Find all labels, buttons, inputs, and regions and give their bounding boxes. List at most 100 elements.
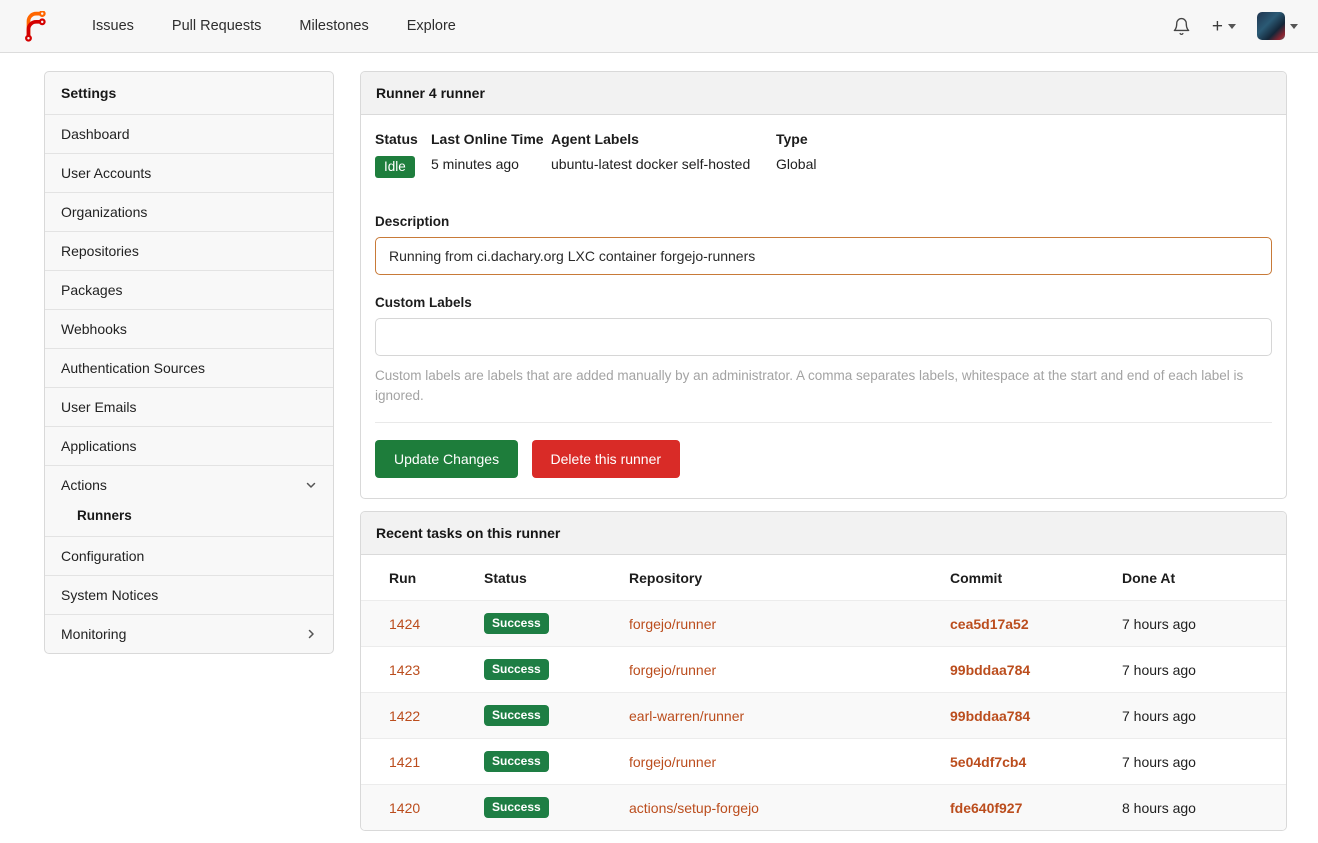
done-at-value: 7 hours ago	[1122, 662, 1196, 678]
sidebar-item-monitoring[interactable]: Monitoring	[45, 614, 333, 653]
repository-link[interactable]: forgejo/runner	[629, 662, 716, 678]
custom-labels-input[interactable]	[375, 318, 1272, 356]
sidebar-item-label: Packages	[61, 282, 122, 298]
sidebar-item-runners[interactable]: Runners	[45, 504, 333, 536]
sidebar-item-label: Applications	[61, 438, 137, 454]
table-row: 1420 Success actions/setup-forgejo fde64…	[361, 785, 1286, 831]
commit-link[interactable]: fde640f927	[950, 800, 1022, 816]
agent-labels-label: Agent Labels	[551, 131, 776, 147]
status-badge: Success	[484, 751, 549, 772]
sidebar-item-packages[interactable]: Packages	[45, 270, 333, 309]
sidebar-item-label: System Notices	[61, 587, 158, 603]
create-new-menu[interactable]: +	[1212, 17, 1236, 36]
run-link[interactable]: 1422	[389, 708, 420, 724]
description-input[interactable]	[375, 237, 1272, 275]
commit-link[interactable]: 99bddaa784	[950, 662, 1030, 678]
sidebar-item-label: Actions	[61, 477, 107, 493]
sidebar-title: Settings	[45, 72, 333, 114]
repository-link[interactable]: forgejo/runner	[629, 754, 716, 770]
sidebar-item-label: Repositories	[61, 243, 139, 259]
admin-settings-sidebar: Settings Dashboard User Accounts Organiz…	[44, 71, 334, 654]
status-badge: Success	[484, 797, 549, 818]
notifications-button[interactable]	[1172, 17, 1191, 36]
run-link[interactable]: 1420	[389, 800, 420, 816]
status-badge: Success	[484, 613, 549, 634]
repository-link[interactable]: earl-warren/runner	[629, 708, 744, 724]
sidebar-item-user-accounts[interactable]: User Accounts	[45, 153, 333, 192]
sidebar-item-label: Monitoring	[61, 626, 126, 642]
sidebar-item-system-notices[interactable]: System Notices	[45, 575, 333, 614]
nav-link-issues[interactable]: Issues	[73, 18, 153, 34]
sidebar-item-label: Dashboard	[61, 126, 130, 142]
custom-labels-help-text: Custom labels are labels that are added …	[375, 366, 1272, 405]
user-menu[interactable]	[1257, 12, 1298, 40]
sidebar-item-label: User Accounts	[61, 165, 151, 181]
column-header-run: Run	[361, 555, 476, 601]
commit-link[interactable]: cea5d17a52	[950, 616, 1029, 632]
table-row: 1421 Success forgejo/runner 5e04df7cb4 7…	[361, 739, 1286, 785]
type-value: Global	[776, 156, 816, 172]
chevron-down-icon	[1290, 24, 1298, 29]
nav-link-pull-requests[interactable]: Pull Requests	[153, 18, 280, 34]
last-online-value: 5 minutes ago	[431, 156, 551, 172]
table-row: 1423 Success forgejo/runner 99bddaa784 7…	[361, 647, 1286, 693]
done-at-value: 7 hours ago	[1122, 708, 1196, 724]
tasks-table-header-row: Run Status Repository Commit Done At	[361, 555, 1286, 601]
runner-agent-labels-column: Agent Labels ubuntu-latest docker self-h…	[551, 131, 776, 178]
delete-runner-button[interactable]: Delete this runner	[532, 440, 681, 478]
plus-icon: +	[1212, 17, 1223, 36]
chevron-right-icon	[305, 628, 317, 640]
runner-edit-panel: Runner 4 runner Status Idle Last Online …	[360, 71, 1287, 499]
column-header-commit: Commit	[942, 555, 1114, 601]
run-link[interactable]: 1424	[389, 616, 420, 632]
agent-labels-value: ubuntu-latest docker self-hosted	[551, 156, 776, 172]
sidebar-item-configuration[interactable]: Configuration	[45, 536, 333, 575]
sidebar-item-applications[interactable]: Applications	[45, 426, 333, 465]
column-header-status: Status	[476, 555, 621, 601]
sidebar-item-authentication-sources[interactable]: Authentication Sources	[45, 348, 333, 387]
sidebar-item-actions[interactable]: Actions	[45, 465, 333, 504]
nav-link-explore[interactable]: Explore	[388, 18, 475, 34]
type-label: Type	[776, 131, 816, 147]
commit-link[interactable]: 5e04df7cb4	[950, 754, 1026, 770]
navbar-right: +	[1172, 12, 1298, 40]
runner-panel-title: Runner 4 runner	[361, 72, 1286, 115]
recent-tasks-title: Recent tasks on this runner	[361, 512, 1286, 555]
form-divider	[375, 422, 1272, 423]
table-row: 1424 Success forgejo/runner cea5d17a52 7…	[361, 601, 1286, 647]
forgejo-logo-icon[interactable]	[20, 11, 51, 42]
repository-link[interactable]: actions/setup-forgejo	[629, 800, 759, 816]
column-header-repository: Repository	[621, 555, 942, 601]
last-online-label: Last Online Time	[431, 131, 551, 147]
main-content: Runner 4 runner Status Idle Last Online …	[360, 71, 1287, 843]
done-at-value: 7 hours ago	[1122, 754, 1196, 770]
repository-link[interactable]: forgejo/runner	[629, 616, 716, 632]
chevron-down-icon	[305, 479, 317, 491]
status-label: Status	[375, 131, 431, 147]
commit-link[interactable]: 99bddaa784	[950, 708, 1030, 724]
column-header-done-at: Done At	[1114, 555, 1286, 601]
update-changes-button[interactable]: Update Changes	[375, 440, 518, 478]
runner-status-column: Status Idle	[375, 131, 431, 178]
table-row: 1422 Success earl-warren/runner 99bddaa7…	[361, 693, 1286, 739]
status-badge: Success	[484, 705, 549, 726]
sidebar-item-label: Organizations	[61, 204, 147, 220]
status-badge: Success	[484, 659, 549, 680]
run-link[interactable]: 1421	[389, 754, 420, 770]
status-badge: Idle	[375, 156, 415, 178]
avatar	[1257, 12, 1285, 40]
sidebar-item-user-emails[interactable]: User Emails	[45, 387, 333, 426]
runner-last-online-column: Last Online Time 5 minutes ago	[431, 131, 551, 178]
sidebar-item-webhooks[interactable]: Webhooks	[45, 309, 333, 348]
runner-type-column: Type Global	[776, 131, 816, 178]
runner-panel-body: Status Idle Last Online Time 5 minutes a…	[361, 115, 1286, 498]
nav-link-milestones[interactable]: Milestones	[280, 18, 387, 34]
runner-meta-row: Status Idle Last Online Time 5 minutes a…	[375, 129, 1272, 184]
run-link[interactable]: 1423	[389, 662, 420, 678]
sidebar-item-repositories[interactable]: Repositories	[45, 231, 333, 270]
sidebar-item-label: Webhooks	[61, 321, 127, 337]
sidebar-item-dashboard[interactable]: Dashboard	[45, 114, 333, 153]
done-at-value: 8 hours ago	[1122, 800, 1196, 816]
sidebar-item-organizations[interactable]: Organizations	[45, 192, 333, 231]
tasks-table: Run Status Repository Commit Done At 142…	[361, 555, 1286, 830]
